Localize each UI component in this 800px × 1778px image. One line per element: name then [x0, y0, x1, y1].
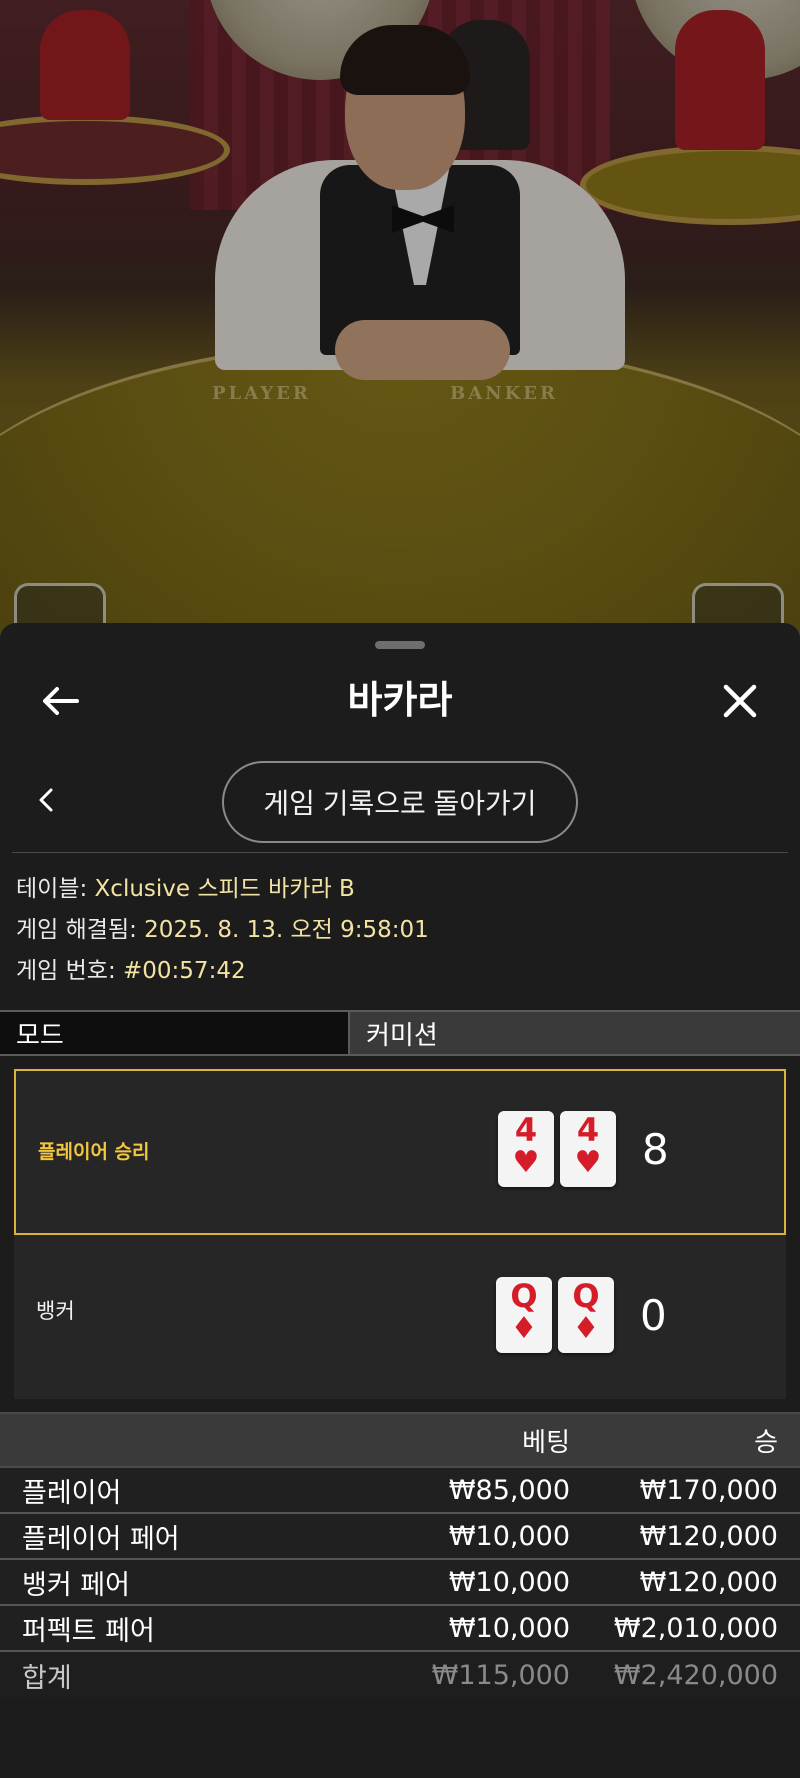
bets-header: 베팅 승	[0, 1412, 800, 1468]
diamond-icon: ♦	[572, 1311, 600, 1346]
resolved-info: 게임 해결됨: 2025. 8. 13. 오전 9:58:01	[16, 917, 429, 943]
game-history-sheet: 바카라 게임 기록으로 돌아가기 테이블: Xclusive 스피드 바카라 B…	[0, 623, 800, 1778]
playing-card: Q ♦	[496, 1277, 552, 1353]
mode-value: 커미션	[348, 1012, 800, 1054]
playing-card: 4 ♥	[498, 1111, 554, 1187]
live-video-feed: PLAYER BANKER	[0, 0, 800, 640]
banker-result: 뱅커 Q ♦ Q ♦ 0	[14, 1235, 786, 1399]
table-name: Xclusive 스피드 바카라 B	[94, 876, 355, 902]
mode-label: 모드	[0, 1012, 348, 1054]
sheet-grabber[interactable]	[375, 641, 425, 649]
resolved-time: 2025. 8. 13. 오전 9:58:01	[144, 917, 429, 943]
playing-card: 4 ♥	[560, 1111, 616, 1187]
back-to-history-button[interactable]: 게임 기록으로 돌아가기	[222, 761, 578, 843]
table-row: 퍼펙트 페어 ₩10,000 ₩2,010,000	[0, 1606, 800, 1652]
sheet-title: 바카라	[347, 678, 453, 722]
diamond-icon: ♦	[510, 1311, 538, 1346]
heart-icon: ♥	[574, 1145, 602, 1180]
player-win-label: 플레이어 승리	[38, 1141, 150, 1163]
total-row: 합계 ₩115,000 ₩2,420,000	[0, 1652, 800, 1698]
table-row: 플레이어 페어 ₩10,000 ₩120,000	[0, 1514, 800, 1560]
divider	[12, 852, 788, 853]
player-score: 8	[642, 1125, 669, 1174]
table-info: 테이블: Xclusive 스피드 바카라 B	[16, 876, 355, 902]
bet-column-header: 베팅	[522, 1427, 570, 1458]
bets-table: 베팅 승 플레이어 ₩85,000 ₩170,000 플레이어 페어 ₩10,0…	[0, 1412, 800, 1698]
banker-score: 0	[640, 1291, 667, 1340]
table-row: 뱅커 페어 ₩10,000 ₩120,000	[0, 1560, 800, 1606]
game-number-info: 게임 번호: #00:57:42	[16, 958, 246, 984]
chevron-left-icon[interactable]	[28, 775, 64, 825]
win-column-header: 승	[754, 1427, 778, 1458]
playing-card: Q ♦	[558, 1277, 614, 1353]
heart-icon: ♥	[512, 1145, 540, 1180]
player-result: 플레이어 승리 4 ♥ 4 ♥ 8	[14, 1069, 786, 1235]
table-row: 플레이어 ₩85,000 ₩170,000	[0, 1468, 800, 1514]
banker-label: 뱅커	[36, 1299, 75, 1323]
game-number: #00:57:42	[123, 958, 246, 984]
mode-row: 모드 커미션	[0, 1010, 800, 1056]
close-x-icon[interactable]	[710, 671, 770, 731]
